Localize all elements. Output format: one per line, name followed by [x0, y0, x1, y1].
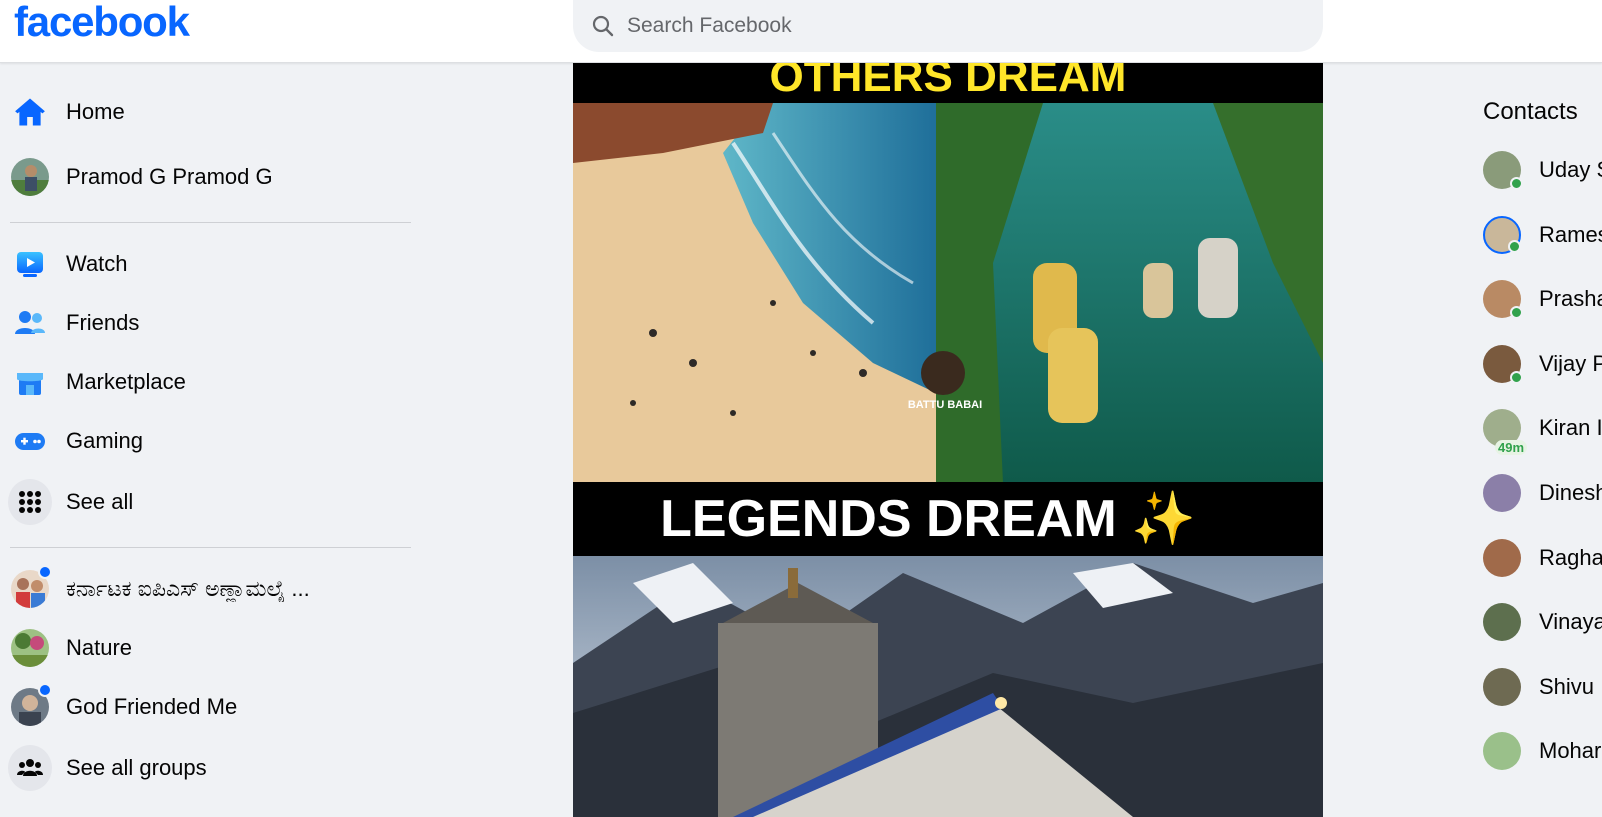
- contact-item[interactable]: Uday S: [1483, 143, 1602, 197]
- last-active-badge: 49m: [1495, 440, 1528, 455]
- contact-name: Dinesh: [1539, 480, 1602, 505]
- avatar: [1483, 345, 1523, 384]
- contact-item[interactable]: Mohar: [1483, 724, 1602, 778]
- sidebar-item-marketplace[interactable]: Marketplace: [8, 354, 412, 410]
- sidebar-group-item[interactable]: Nature: [8, 620, 412, 676]
- unread-dot: [38, 683, 52, 697]
- avatar: [1483, 280, 1523, 319]
- contact-item[interactable]: Ragha: [1483, 531, 1602, 585]
- feed-post-image[interactable]: OTHERS DREAM BATTU BABAI LEGENDS DREAM ✨: [573, 63, 1323, 817]
- contact-item[interactable]: Vijay P: [1483, 337, 1602, 391]
- divider: [10, 547, 411, 548]
- top-banner-text: OTHERS DREAM: [770, 63, 1127, 101]
- group-avatar: [11, 629, 49, 667]
- sticker-text: BATTU BABAI: [908, 399, 982, 411]
- sidebar-item-label: Marketplace: [66, 369, 186, 394]
- search-input[interactable]: [627, 14, 1227, 38]
- sidebar-item-label: Home: [66, 99, 125, 124]
- contact-name: Shivu: [1539, 674, 1595, 699]
- sidebar-item-label: Pramod G Pramod G: [66, 164, 273, 189]
- sidebar-item-label: Friends: [66, 310, 140, 335]
- sidebar-item-friends[interactable]: Friends: [8, 295, 412, 351]
- online-indicator: [1508, 240, 1521, 253]
- sidebar-item-watch[interactable]: Watch: [8, 236, 412, 292]
- contacts-title: Contacts: [1483, 98, 1578, 125]
- contact-name: Prasha: [1539, 286, 1602, 311]
- grid-icon: [8, 479, 52, 525]
- avatar: [1483, 539, 1521, 577]
- contact-item[interactable]: Prasha: [1483, 272, 1602, 326]
- contact-name: Ragha: [1539, 545, 1602, 570]
- unread-dot: [38, 565, 52, 579]
- contact-name: Vijay P: [1539, 351, 1602, 376]
- divider: [10, 222, 411, 223]
- search-bar[interactable]: [573, 0, 1323, 52]
- avatar: [1483, 668, 1521, 706]
- sidebar-item-see-all-groups[interactable]: See all groups: [8, 740, 412, 796]
- facebook-logo[interactable]: facebook: [14, 0, 190, 46]
- avatar: [1483, 151, 1523, 190]
- contact-item[interactable]: Shivu: [1483, 660, 1602, 714]
- search-icon: [592, 15, 614, 37]
- marketplace-icon: [8, 360, 52, 404]
- online-indicator: [1510, 306, 1523, 319]
- contact-item[interactable]: Rames: [1483, 208, 1602, 262]
- post-photo: OTHERS DREAM BATTU BABAI LEGENDS DREAM ✨: [573, 63, 1323, 817]
- online-indicator: [1510, 177, 1523, 190]
- sidebar-item-label: See all groups: [66, 755, 207, 780]
- sidebar-item-see-all[interactable]: See all: [8, 474, 412, 530]
- watch-icon: [8, 242, 52, 286]
- contact-name: Vinaya: [1539, 609, 1602, 634]
- avatar: [1483, 603, 1521, 641]
- sidebar-item-profile[interactable]: Pramod G Pramod G: [8, 149, 412, 205]
- contact-item[interactable]: Dinesh: [1483, 466, 1602, 520]
- contact-name: Kiran I: [1539, 415, 1602, 440]
- contact-item[interactable]: 49m Kiran I: [1483, 401, 1602, 455]
- online-indicator: [1510, 371, 1523, 384]
- middle-banner-text: LEGENDS DREAM ✨: [660, 490, 1196, 548]
- sidebar-item-label: Watch: [66, 251, 128, 276]
- contact-name: Rames: [1539, 222, 1602, 247]
- avatar: [1483, 216, 1521, 254]
- gaming-icon: [8, 419, 52, 463]
- sidebar-item-home[interactable]: Home: [8, 84, 412, 140]
- contact-name: Mohar: [1539, 738, 1602, 763]
- sidebar-group-label: Nature: [66, 635, 133, 660]
- avatar: 49m: [1483, 409, 1528, 455]
- home-icon: [8, 90, 52, 134]
- sidebar-group-label: God Friended Me: [66, 694, 238, 719]
- avatar: [1483, 732, 1521, 770]
- sidebar-item-label: See all: [66, 489, 134, 514]
- contact-item[interactable]: Vinaya: [1483, 595, 1602, 649]
- sidebar-group-label: ಕರ್ನಾಟಕ ಐಪಿಎಸ್ ಅಣ್ಣಾಮಲೈ ...: [66, 576, 310, 601]
- top-header: facebook: [0, 0, 1602, 63]
- sidebar-item-label: Gaming: [66, 428, 144, 453]
- sidebar-group-item[interactable]: ಕರ್ನಾಟಕ ಐಪಿಎಸ್ ಅಣ್ಣಾಮಲೈ ...: [8, 561, 412, 617]
- groups-icon: [8, 745, 52, 791]
- sidebar-item-gaming[interactable]: Gaming: [8, 413, 412, 469]
- contact-name: Uday S: [1539, 157, 1602, 182]
- sidebar-group-item[interactable]: God Friended Me: [8, 679, 412, 735]
- avatar: [11, 158, 49, 196]
- friends-icon: [8, 301, 52, 345]
- avatar: [1483, 474, 1521, 512]
